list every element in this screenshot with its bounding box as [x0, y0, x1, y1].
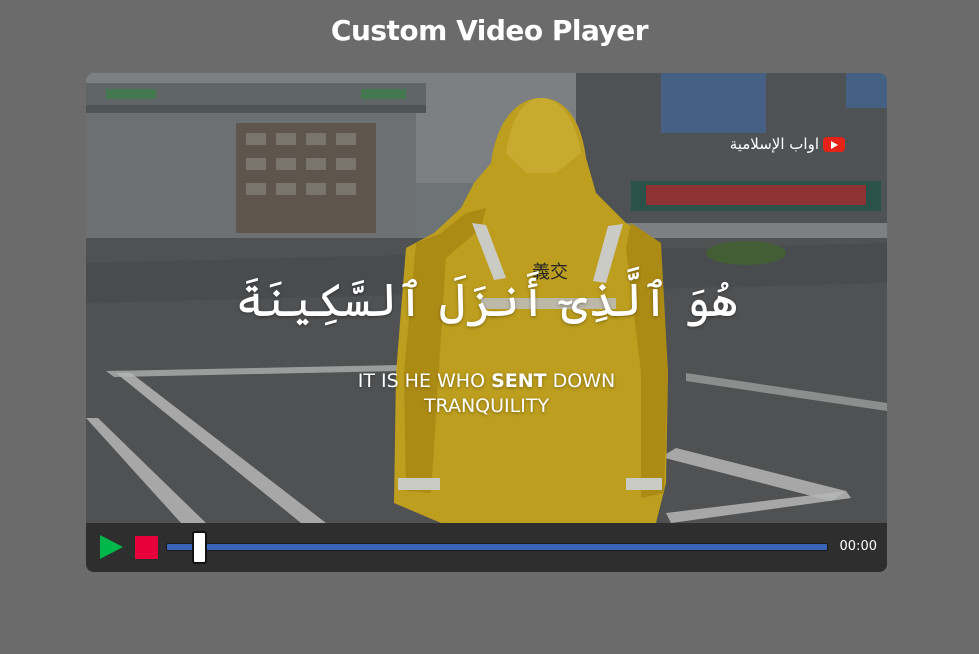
play-icon[interactable]: [100, 535, 123, 559]
caption-line1-pre: IT IS HE WHO: [357, 370, 492, 392]
channel-badge[interactable]: اواب الإسلامية: [730, 135, 845, 153]
english-caption: IT IS HE WHO SENT DOWN TRANQUILITY: [86, 369, 887, 419]
page-title: Custom Video Player: [330, 14, 649, 47]
caption-line1-bold: SENT: [491, 370, 547, 392]
youtube-icon: [823, 136, 845, 152]
english-caption-line1: IT IS HE WHO SENT DOWN: [86, 369, 887, 394]
english-caption-line2: TRANQUILITY: [423, 395, 550, 417]
stop-icon[interactable]: [135, 536, 158, 559]
video-frame[interactable]: 義交 اواب الإسلامية هُوَ ٱلَّذِىٓ أَنزَلَ …: [86, 73, 887, 523]
channel-name: اواب الإسلامية: [729, 135, 819, 153]
caption-line1-post: DOWN: [546, 370, 616, 392]
progress-bar[interactable]: [166, 543, 828, 551]
time-display: 00:00: [839, 539, 877, 554]
progress-thumb[interactable]: [192, 531, 208, 564]
controls-bar: 00:00: [86, 523, 887, 572]
video-player: 義交 اواب الإسلامية هُوَ ٱلَّذِىٓ أَنزَلَ …: [86, 73, 887, 572]
arabic-caption: هُوَ ٱلَّذِىٓ أَنزَلَ ٱلسَّكِينَةَ: [235, 273, 738, 327]
